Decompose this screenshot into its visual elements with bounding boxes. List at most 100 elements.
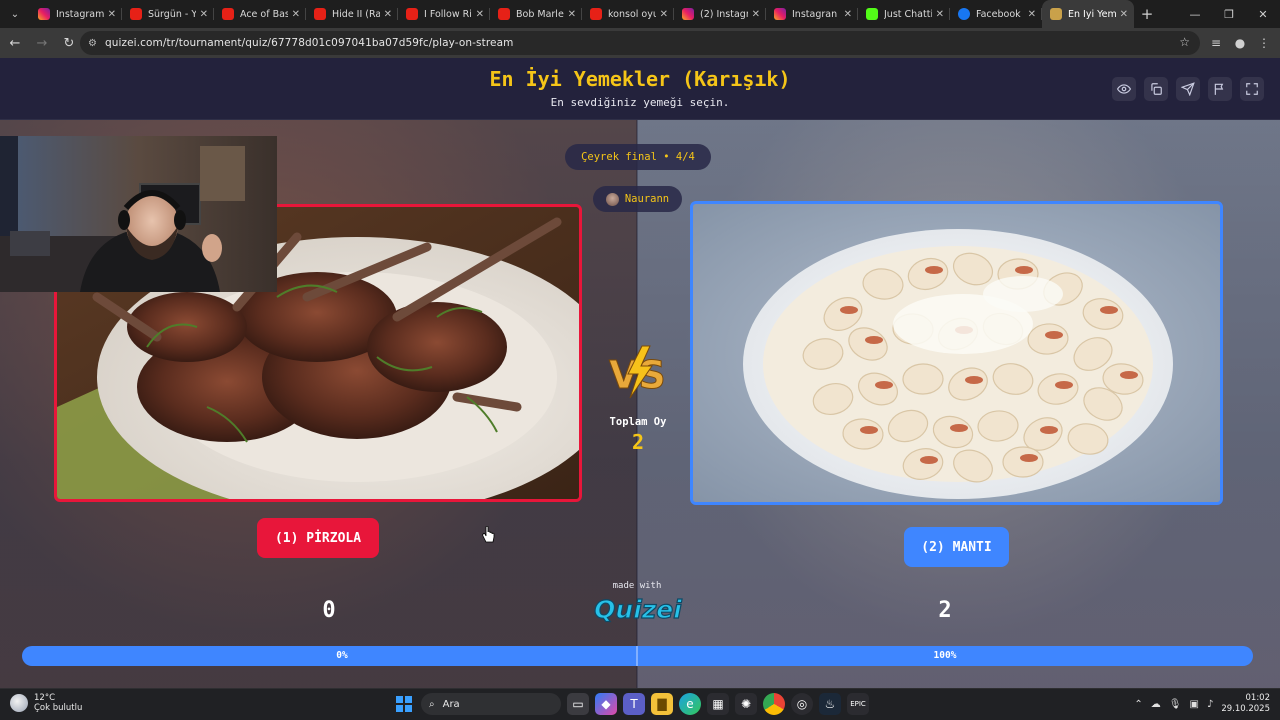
steam-icon[interactable]: ♨: [819, 693, 841, 715]
browser-tab-title: I Follow Rive: [424, 8, 472, 20]
clock[interactable]: 01:02 29.10.2025: [1221, 693, 1270, 715]
file-explorer-icon[interactable]: ▇: [651, 693, 673, 715]
bookmark-star-icon[interactable]: ☆: [1179, 35, 1190, 49]
vote-button-left[interactable]: (1) PİRZOLA: [257, 518, 379, 558]
tab-search-chevron-icon[interactable]: ⌄: [4, 3, 26, 25]
edge-icon[interactable]: e: [679, 693, 701, 715]
instagram-favicon-icon: [38, 8, 50, 20]
browser-tab[interactable]: Hide II (Rain ✕: [306, 0, 398, 28]
browser-tab-title: Instagran: [792, 8, 838, 20]
network-icon[interactable]: ▣: [1189, 699, 1198, 710]
hand-cursor-icon: [482, 526, 495, 543]
quiz-header: En İyi Yemekler (Karışık) En sevdiğiniz …: [0, 58, 1280, 120]
quizei-logo[interactable]: Quizei: [592, 591, 684, 625]
browser-tab[interactable]: Instagran ✕: [766, 0, 858, 28]
facebook-favicon-icon: [958, 8, 970, 20]
browser-tab[interactable]: Ace of Base ✕: [214, 0, 306, 28]
webcam-feed-image: [0, 136, 277, 292]
browser-tab[interactable]: Facebook ✕: [950, 0, 1042, 28]
fullscreen-icon[interactable]: [1240, 77, 1264, 101]
back-icon[interactable]: ←: [3, 31, 27, 55]
browser-tab[interactable]: I Follow Rive ✕: [398, 0, 490, 28]
quizei-favicon-icon: [1050, 8, 1062, 20]
volume-icon[interactable]: ♪: [1207, 699, 1213, 710]
tab-close-icon[interactable]: ✕: [936, 9, 944, 20]
windows-start-icon[interactable]: [393, 693, 415, 715]
eye-icon[interactable]: [1112, 77, 1136, 101]
clock-time: 01:02: [1245, 693, 1271, 703]
task-view-icon[interactable]: ▭: [567, 693, 589, 715]
forward-icon[interactable]: →: [30, 31, 54, 55]
address-bar[interactable]: ⚙ quizei.com/tr/tournament/quiz/67778d01…: [80, 31, 1200, 55]
browser-tab-title: Ace of Base: [240, 8, 288, 20]
instagram-favicon-icon: [774, 8, 786, 20]
weather-desc: Çok bulutlu: [34, 703, 83, 713]
taskbar-search[interactable]: ⌕ Ara: [421, 693, 561, 715]
browser-tab[interactable]: En İyi Yemek ✕: [1042, 0, 1134, 28]
onedrive-icon[interactable]: ☁: [1151, 699, 1161, 710]
epic-games-icon[interactable]: EPIC: [847, 693, 869, 715]
percent-left: 0%: [336, 650, 348, 661]
site-info-icon[interactable]: ⚙: [88, 38, 97, 49]
tab-close-icon[interactable]: ✕: [1028, 9, 1036, 20]
round-indicator: Çeyrek final • 4/4: [565, 144, 711, 170]
youtube-favicon-icon: [314, 8, 326, 20]
tab-close-icon[interactable]: ✕: [476, 9, 484, 20]
browser-tab[interactable]: Bob Marley ✕: [490, 0, 582, 28]
store-icon[interactable]: ▦: [707, 693, 729, 715]
copilot-icon[interactable]: ◆: [595, 693, 617, 715]
vote-button-right[interactable]: (2) MANTI: [904, 527, 1009, 567]
voter-badge: Naurann: [593, 186, 682, 212]
percent-right: 100%: [933, 650, 957, 661]
minimize-icon[interactable]: —: [1178, 0, 1212, 28]
obs-icon[interactable]: ◎: [791, 693, 813, 715]
close-window-icon[interactable]: ✕: [1246, 0, 1280, 28]
chatgpt-icon[interactable]: ✺: [735, 693, 757, 715]
tab-close-icon[interactable]: ✕: [200, 9, 208, 20]
quiz-title: En İyi Yemekler (Karışık): [489, 67, 791, 91]
browser-tab[interactable]: Just Chattin ✕: [858, 0, 950, 28]
browser-tab-strip: ⌄ Instagram A✕Sürgün - You✕Ace of Base✕H…: [0, 0, 1280, 28]
votes-left: 0: [322, 598, 336, 623]
maximize-icon[interactable]: ❐: [1212, 0, 1246, 28]
total-votes-value: 2: [631, 430, 645, 454]
teams-icon[interactable]: T: [623, 693, 645, 715]
kick-favicon-icon: [866, 8, 878, 20]
made-with-text: made with: [612, 581, 662, 591]
taskbar-center: ⌕ Ara ▭ ◆ T ▇ e ▦ ✺ ◎ ♨ EPIC: [393, 693, 869, 715]
tab-close-icon[interactable]: ✕: [108, 9, 116, 20]
choice-card-right[interactable]: [690, 201, 1223, 505]
new-tab-button[interactable]: +: [1134, 5, 1160, 23]
weather-widget[interactable]: 12°C Çok bulutlu: [10, 693, 82, 713]
tab-close-icon[interactable]: ✕: [292, 9, 300, 20]
chrome-icon[interactable]: [763, 693, 785, 715]
weather-text: 12°C Çok bulutlu: [34, 693, 82, 713]
copy-icon[interactable]: [1144, 77, 1168, 101]
toolbar-right: ≡ ● ⋮: [1204, 31, 1276, 55]
windows-taskbar: 12°C Çok bulutlu ⌕ Ara ▭ ◆ T ▇ e ▦ ✺ ◎ ♨…: [0, 688, 1280, 720]
profile-avatar-icon[interactable]: ●: [1228, 31, 1252, 55]
tab-close-icon[interactable]: ✕: [384, 9, 392, 20]
browser-tab[interactable]: (2) Instagran ✕: [674, 0, 766, 28]
microphone-icon[interactable]: 🎙: [1169, 699, 1182, 710]
share-send-icon[interactable]: [1176, 77, 1200, 101]
flag-icon[interactable]: [1208, 77, 1232, 101]
youtube-favicon-icon: [590, 8, 602, 20]
browser-tab[interactable]: Sürgün - You ✕: [122, 0, 214, 28]
media-control-icon[interactable]: ≡: [1204, 31, 1228, 55]
youtube-favicon-icon: [498, 8, 510, 20]
browser-tab[interactable]: Instagram A ✕: [30, 0, 122, 28]
voter-username: Naurann: [624, 193, 670, 205]
clock-date: 29.10.2025: [1221, 704, 1270, 714]
tab-close-icon[interactable]: ✕: [844, 9, 852, 20]
browser-tab[interactable]: konsol oyun ✕: [582, 0, 674, 28]
quizei-logo-text: Quizei: [594, 595, 682, 624]
reload-icon[interactable]: ↻: [57, 31, 81, 55]
tray-chevron-icon[interactable]: ⌃: [1134, 699, 1142, 710]
browser-tab-title: Just Chattin: [884, 8, 932, 20]
tab-close-icon[interactable]: ✕: [568, 9, 576, 20]
tab-close-icon[interactable]: ✕: [1120, 9, 1128, 20]
tab-close-icon[interactable]: ✕: [660, 9, 668, 20]
menu-kebab-icon[interactable]: ⋮: [1252, 31, 1276, 55]
tab-close-icon[interactable]: ✕: [752, 9, 760, 20]
